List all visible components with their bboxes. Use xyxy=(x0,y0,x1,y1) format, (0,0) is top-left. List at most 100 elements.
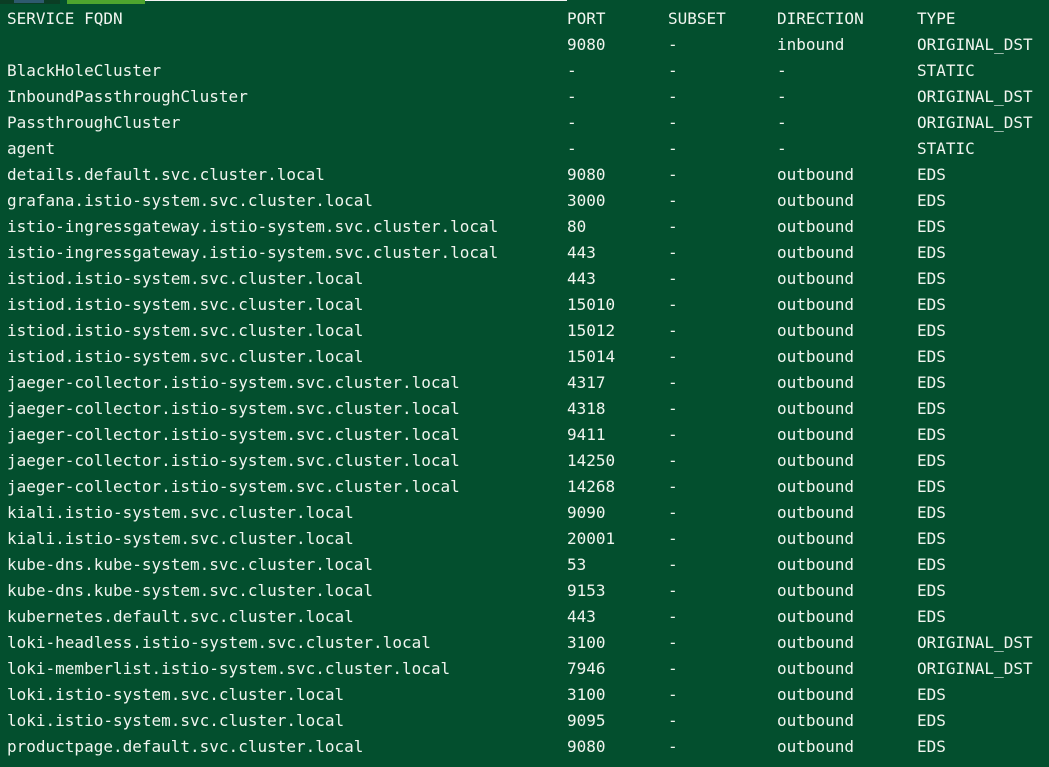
cell-direction: inbound xyxy=(777,35,845,54)
header-type: TYPE xyxy=(917,9,956,28)
table-row: istiod.istio-system.svc.cluster.local 150… xyxy=(0,318,946,344)
cell-subset: - xyxy=(668,113,678,132)
table-row: loki-headless.istio-system.svc.cluster.l… xyxy=(0,630,1033,656)
table-row: kube-dns.kube-system.svc.cluster.local 53… xyxy=(0,552,946,578)
cell-port: 7946 xyxy=(567,659,606,678)
cell-type: EDS xyxy=(917,269,946,288)
cell-type: EDS xyxy=(917,607,946,626)
table-body: 9080 - inbound ORIGINAL_DST BlackHoleCluster… xyxy=(0,32,1033,760)
header-subset: SUBSET xyxy=(668,9,726,28)
cell-subset: - xyxy=(668,711,678,730)
table-row: kubernetes.default.svc.cluster.local 443 -… xyxy=(0,604,946,630)
cell-subset: - xyxy=(668,399,678,418)
header-direction: DIRECTION xyxy=(777,9,864,28)
cell-service-fqdn: jaeger-collector.istio-system.svc.cluste… xyxy=(7,373,460,392)
cell-type: ORIGINAL_DST xyxy=(917,35,1033,54)
cell-service-fqdn: istiod.istio-system.svc.cluster.local xyxy=(7,269,364,288)
cell-direction: - xyxy=(777,139,787,158)
cell-port: 9080 xyxy=(567,737,606,756)
cell-port: 15012 xyxy=(567,321,616,340)
cell-type: EDS xyxy=(917,477,946,496)
cell-direction: outbound xyxy=(777,217,855,236)
cell-type: STATIC xyxy=(917,61,975,80)
cell-subset: - xyxy=(668,529,678,548)
table-row: BlackHoleCluster - - - STATIC xyxy=(0,58,975,84)
cell-subset: - xyxy=(668,165,678,184)
cell-port: 9080 xyxy=(567,165,606,184)
cell-service-fqdn: jaeger-collector.istio-system.svc.cluste… xyxy=(7,451,460,470)
table-row: PassthroughCluster - - - ORIGINAL_DST xyxy=(0,110,1033,136)
cell-port: 4317 xyxy=(567,373,606,392)
cell-subset: - xyxy=(668,685,678,704)
cell-port: 80 xyxy=(567,217,587,236)
cell-direction: outbound xyxy=(777,451,855,470)
cell-service-fqdn: agent xyxy=(7,139,56,158)
cell-service-fqdn: BlackHoleCluster xyxy=(7,61,162,80)
cell-subset: - xyxy=(668,503,678,522)
cell-port: 9095 xyxy=(567,711,606,730)
cell-port: 4318 xyxy=(567,399,606,418)
cell-type: EDS xyxy=(917,529,946,548)
cell-subset: - xyxy=(668,35,678,54)
table-row: kiali.istio-system.svc.cluster.local 2000… xyxy=(0,526,946,552)
cell-port: - xyxy=(567,113,577,132)
cell-service-fqdn: loki.istio-system.svc.cluster.local xyxy=(7,685,345,704)
cell-direction: - xyxy=(777,61,787,80)
table-row: istiod.istio-system.svc.cluster.local 150… xyxy=(0,292,946,318)
cell-service-fqdn: kiali.istio-system.svc.cluster.local xyxy=(7,503,354,522)
terminal-window[interactable]: SERVICE FQDN PORT SUBSET DIRECTION TYPE … xyxy=(0,0,1049,767)
cell-type: EDS xyxy=(917,503,946,522)
cell-service-fqdn: istio-ingressgateway.istio-system.svc.cl… xyxy=(7,243,499,262)
cell-port: 14250 xyxy=(567,451,616,470)
cell-subset: - xyxy=(668,581,678,600)
table-row: 9080 - inbound ORIGINAL_DST xyxy=(0,32,1033,58)
table-row: loki.istio-system.svc.cluster.local 3100 -… xyxy=(0,682,946,708)
cell-type: EDS xyxy=(917,373,946,392)
cell-direction: outbound xyxy=(777,243,855,262)
table-row: agent - - - STATIC xyxy=(0,136,975,162)
prompt-path-segment xyxy=(67,0,145,4)
cell-direction: outbound xyxy=(777,347,855,366)
cell-subset: - xyxy=(668,659,678,678)
cell-subset: - xyxy=(668,217,678,236)
cell-port: 443 xyxy=(567,269,596,288)
cell-direction: outbound xyxy=(777,659,855,678)
table-row: details.default.svc.cluster.local 9080 - ou… xyxy=(0,162,946,188)
cell-service-fqdn: kube-dns.kube-system.svc.cluster.local xyxy=(7,555,374,574)
cell-port: 20001 xyxy=(567,529,616,548)
cell-direction: outbound xyxy=(777,321,855,340)
cell-service-fqdn: kiali.istio-system.svc.cluster.local xyxy=(7,529,354,548)
cell-service-fqdn: kube-dns.kube-system.svc.cluster.local xyxy=(7,581,374,600)
table-row: loki-memberlist.istio-system.svc.cluster… xyxy=(0,656,1033,682)
table-row: kiali.istio-system.svc.cluster.local 9090… xyxy=(0,500,946,526)
prompt-command-text xyxy=(145,0,567,1)
cell-type: EDS xyxy=(917,399,946,418)
table-row: loki.istio-system.svc.cluster.local 9095 -… xyxy=(0,708,946,734)
header-port: PORT xyxy=(567,9,606,28)
cell-port: - xyxy=(567,139,577,158)
cell-direction: outbound xyxy=(777,165,855,184)
cell-type: ORIGINAL_DST xyxy=(917,113,1033,132)
cell-subset: - xyxy=(668,373,678,392)
cell-port: 9080 xyxy=(567,35,606,54)
table-row: jaeger-collector.istio-system.svc.cluste… xyxy=(0,474,946,500)
cell-type: ORIGINAL_DST xyxy=(917,659,1033,678)
cell-subset: - xyxy=(668,633,678,652)
cell-direction: - xyxy=(777,113,787,132)
cell-type: EDS xyxy=(917,347,946,366)
cell-service-fqdn: loki-headless.istio-system.svc.cluster.l… xyxy=(7,633,431,652)
cell-port: 53 xyxy=(567,555,587,574)
cell-port: 443 xyxy=(567,607,596,626)
cell-service-fqdn: loki.istio-system.svc.cluster.local xyxy=(7,711,345,730)
cell-direction: outbound xyxy=(777,633,855,652)
cell-subset: - xyxy=(668,737,678,756)
cell-subset: - xyxy=(668,295,678,314)
cell-subset: - xyxy=(668,243,678,262)
cell-port: 3000 xyxy=(567,191,606,210)
cell-type: EDS xyxy=(917,685,946,704)
cell-type: EDS xyxy=(917,555,946,574)
cell-type: EDS xyxy=(917,711,946,730)
cell-service-fqdn: istiod.istio-system.svc.cluster.local xyxy=(7,347,364,366)
table-header-row: SERVICE FQDN PORT SUBSET DIRECTION TYPE xyxy=(0,6,956,32)
cell-type: EDS xyxy=(917,737,946,756)
